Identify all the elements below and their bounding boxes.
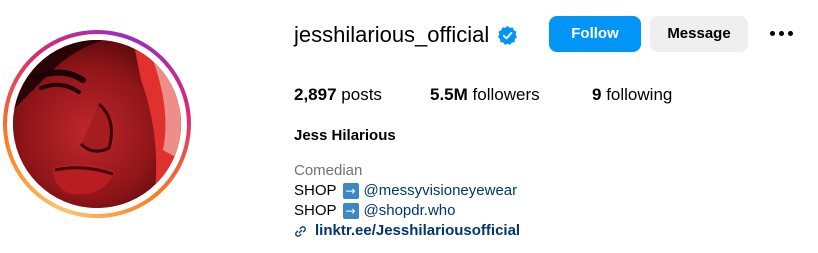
bio-line-2: SHOP → @shopdr.who xyxy=(294,201,455,221)
followers-label: followers xyxy=(472,85,540,104)
followers-stat[interactable]: 5.5M followers xyxy=(430,84,540,106)
follow-button[interactable]: Follow xyxy=(549,16,641,52)
link-icon xyxy=(295,225,306,237)
profile-category: Comedian xyxy=(294,162,363,179)
posts-stat: 2,897 posts xyxy=(294,84,382,106)
right-arrow-icon: → xyxy=(342,183,359,199)
bio-external-link[interactable]: linktr.ee/Jesshilariousofficial xyxy=(294,221,520,241)
posts-count: 2,897 xyxy=(294,85,337,104)
more-dot xyxy=(770,31,775,36)
profile-full-name: Jess Hilarious xyxy=(294,127,396,144)
right-arrow-icon: → xyxy=(342,203,359,219)
followers-count: 5.5M xyxy=(430,85,468,104)
following-count: 9 xyxy=(592,85,602,104)
following-label: following xyxy=(606,85,673,104)
profile-username: jesshilarious_official xyxy=(294,22,490,47)
more-options-icon[interactable] xyxy=(764,20,798,48)
message-button[interactable]: Message xyxy=(650,16,748,52)
bio-shop-label: SHOP xyxy=(294,182,337,199)
bio-line-1: SHOP → @messyvisioneyewear xyxy=(294,181,517,201)
profile-avatar-ring[interactable] xyxy=(3,30,191,218)
following-stat[interactable]: 9 following xyxy=(592,84,672,106)
more-dot xyxy=(779,31,784,36)
posts-label: posts xyxy=(341,85,382,104)
bio-link-text[interactable]: linktr.ee/Jesshilariousofficial xyxy=(315,221,520,241)
mention-link[interactable]: @messyvisioneyewear xyxy=(364,181,518,201)
mention-link[interactable]: @shopdr.who xyxy=(364,201,456,221)
more-dot xyxy=(788,31,793,36)
profile-avatar[interactable] xyxy=(13,40,181,208)
verified-badge-icon xyxy=(498,26,517,45)
bio-shop-label: SHOP xyxy=(294,202,337,219)
avatar-photo xyxy=(13,40,181,208)
